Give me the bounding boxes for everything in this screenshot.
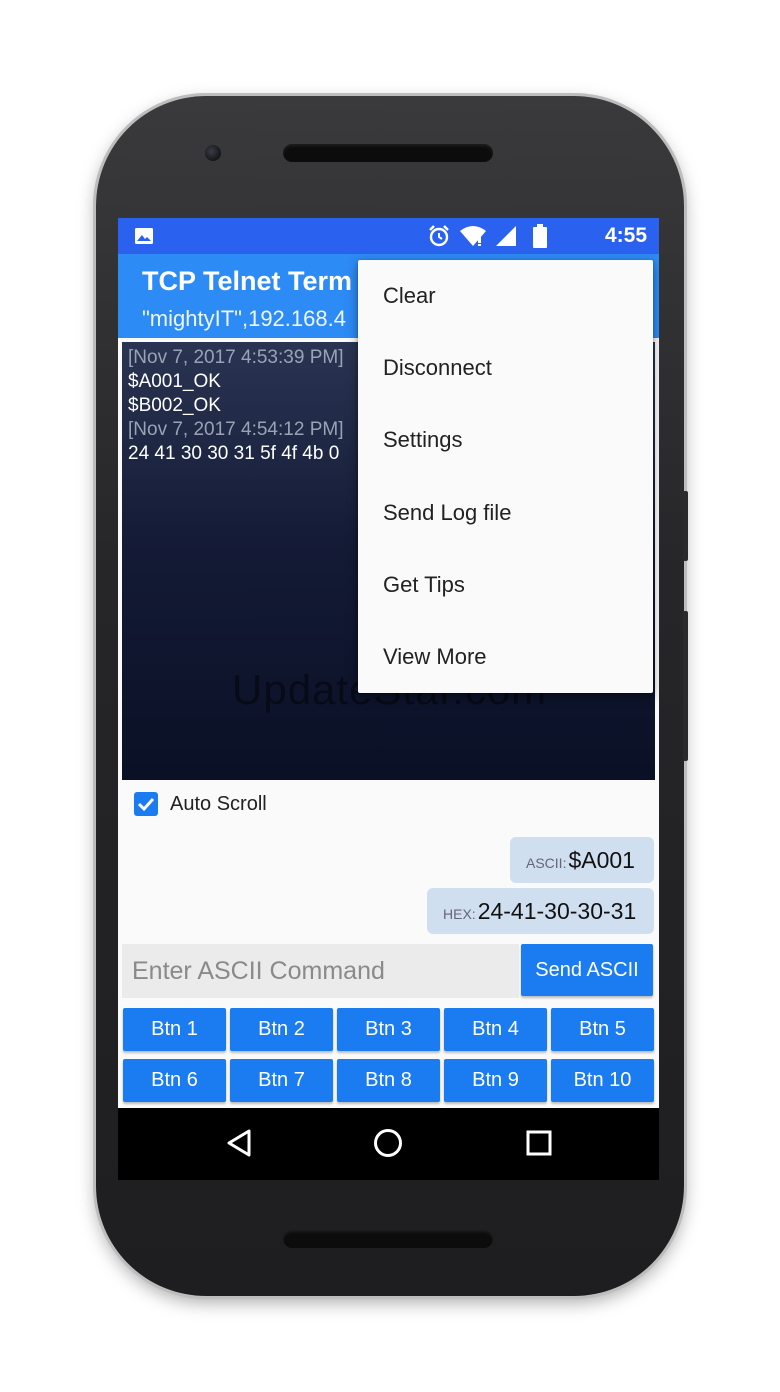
alarm-icon xyxy=(429,225,449,247)
signal-icon xyxy=(496,226,516,246)
menu-item-settings[interactable]: Settings xyxy=(358,404,653,476)
macro-button-9[interactable]: Btn 9 xyxy=(444,1059,547,1102)
macro-button-2[interactable]: Btn 2 xyxy=(230,1008,333,1051)
auto-scroll-label: Auto Scroll xyxy=(170,792,267,815)
volume-button xyxy=(683,611,688,761)
menu-item-view-more[interactable]: View More xyxy=(358,621,653,693)
screen: 4:55 TCP Telnet Term "mightyIT",192.168.… xyxy=(118,218,659,1180)
app-title: TCP Telnet Term xyxy=(142,266,353,296)
status-bar: 4:55 xyxy=(118,218,659,254)
menu-item-get-tips[interactable]: Get Tips xyxy=(358,549,653,621)
bottom-speaker xyxy=(283,1230,493,1248)
battery-icon xyxy=(533,224,547,248)
bubble-tag: ASCII: xyxy=(526,855,567,871)
nav-bar xyxy=(118,1108,659,1180)
send-ascii-button[interactable]: Send ASCII xyxy=(521,944,653,996)
macro-button-grid: Btn 1 Btn 2 Btn 3 Btn 4 Btn 5 Btn 6 Btn … xyxy=(123,1008,654,1102)
macro-button-10[interactable]: Btn 10 xyxy=(551,1059,654,1102)
checkmark-icon xyxy=(137,797,155,812)
macro-button-3[interactable]: Btn 3 xyxy=(337,1008,440,1051)
image-icon xyxy=(135,228,153,244)
connection-subtitle: "mightyIT",192.168.4 xyxy=(142,306,346,331)
macro-button-1[interactable]: Btn 1 xyxy=(123,1008,226,1051)
sent-hex-bubble: HEX: 24-41-30-30-31 xyxy=(427,888,654,934)
front-camera xyxy=(205,145,221,161)
power-button xyxy=(683,491,688,561)
macro-button-6[interactable]: Btn 6 xyxy=(123,1059,226,1102)
macro-button-4[interactable]: Btn 4 xyxy=(444,1008,547,1051)
recents-icon[interactable] xyxy=(526,1130,552,1156)
back-icon[interactable] xyxy=(225,1128,253,1158)
macro-button-5[interactable]: Btn 5 xyxy=(551,1008,654,1051)
menu-item-disconnect[interactable]: Disconnect xyxy=(358,332,653,404)
ascii-command-input[interactable] xyxy=(122,944,519,998)
status-time: 4:55 xyxy=(604,224,647,247)
top-speaker xyxy=(283,144,493,162)
auto-scroll-checkbox[interactable] xyxy=(134,792,158,816)
wifi-icon xyxy=(460,226,486,246)
home-icon[interactable] xyxy=(373,1128,403,1158)
sent-ascii-bubble: ASCII: $A001 xyxy=(510,837,654,883)
auto-scroll-toggle[interactable]: Auto Scroll xyxy=(134,792,267,816)
menu-item-send-log-file[interactable]: Send Log file xyxy=(358,477,653,549)
bubble-value: 24-41-30-30-31 xyxy=(477,898,637,924)
macro-button-7[interactable]: Btn 7 xyxy=(230,1059,333,1102)
macro-button-8[interactable]: Btn 8 xyxy=(337,1059,440,1102)
bubble-value: $A001 xyxy=(568,847,635,873)
overflow-menu: Clear Disconnect Settings Send Log file … xyxy=(358,260,653,693)
menu-item-clear[interactable]: Clear xyxy=(358,260,653,332)
bubble-tag: HEX: xyxy=(443,906,476,922)
